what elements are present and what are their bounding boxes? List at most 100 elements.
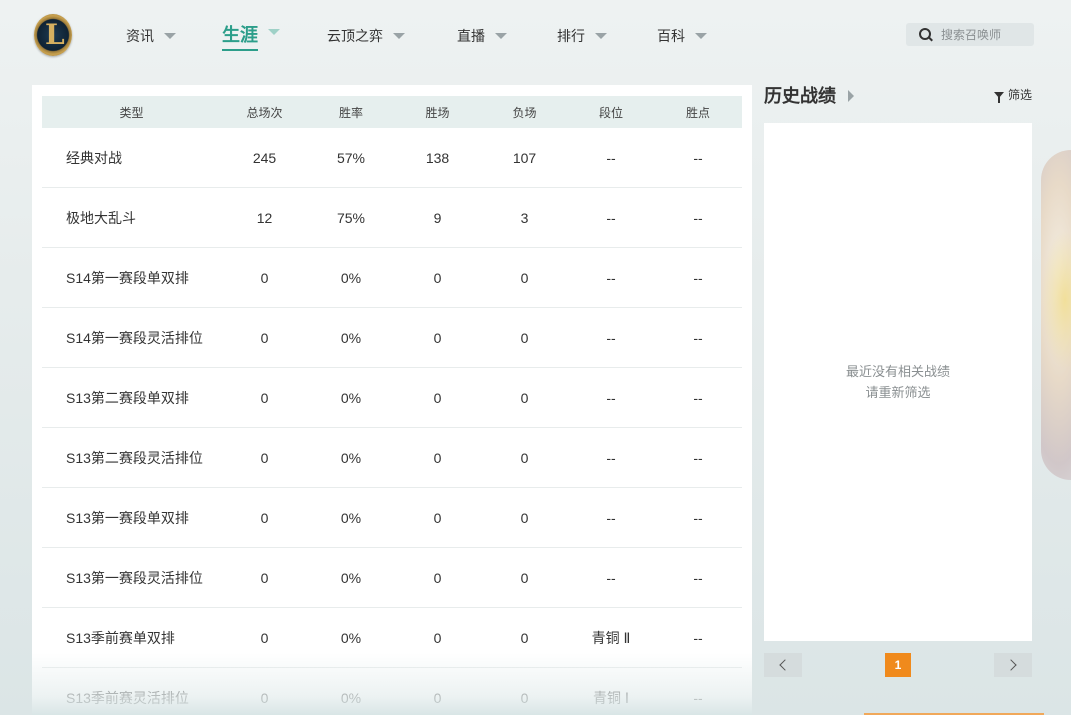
nav-item-label: 云顶之弈 (327, 28, 383, 44)
table-cell: 0 (520, 509, 529, 526)
table-cell: S13第一赛段灵活排位 (66, 569, 203, 586)
history-panel: 历史战绩 筛选 最近没有相关战绩 请重新筛选 1 (764, 84, 1032, 704)
header-winrate: 胜率 (338, 105, 363, 120)
table-cell: 0% (340, 329, 362, 346)
caret-down-icon (393, 33, 405, 39)
chevron-left-icon (779, 659, 791, 671)
table-cell: -- (693, 569, 703, 586)
table-cell: 青铜 Ⅰ (592, 689, 630, 706)
filter-button[interactable]: 筛选 (993, 86, 1032, 103)
prev-page-button[interactable] (764, 653, 802, 677)
search-icon[interactable] (919, 27, 933, 42)
table-row: 极地大乱斗 12 75% 9 3 -- -- (42, 188, 742, 248)
table-cell: 0 (520, 629, 529, 646)
table-cell: 0% (340, 269, 362, 286)
nav-item-news[interactable]: 资讯 (126, 20, 176, 52)
table-cell: 0 (260, 689, 269, 706)
table-cell: -- (693, 149, 703, 166)
search-box[interactable] (906, 23, 1034, 46)
table-cell: 0 (260, 389, 269, 406)
nav-item-label: 排行 (557, 28, 585, 44)
table-cell: 0% (340, 689, 362, 706)
table-row: S14第一赛段单双排 0 0% 0 0 -- -- (42, 248, 742, 308)
caret-down-icon (495, 33, 507, 39)
table-cell: -- (606, 329, 616, 346)
page-number-current[interactable]: 1 (885, 653, 911, 677)
caret-right-icon[interactable] (848, 90, 854, 102)
nav-item-tft[interactable]: 云顶之弈 (327, 20, 405, 52)
table-cell: 3 (520, 209, 529, 226)
search-input[interactable] (939, 26, 1033, 43)
table-cell: -- (606, 269, 616, 286)
table-cell: 107 (512, 149, 537, 166)
table-cell: -- (693, 509, 703, 526)
table-cell: 0 (260, 509, 269, 526)
table-row: S13第一赛段灵活排位 0 0% 0 0 -- -- (42, 548, 742, 608)
table-cell: 0 (260, 569, 269, 586)
stats-table: 类型 总场次 胜率 胜场 负场 段位 胜点 经典对战 245 57% 138 107 --… (42, 96, 742, 715)
nav-item-label: 生涯 (222, 21, 258, 51)
table-cell: 0 (520, 569, 529, 586)
table-cell: -- (693, 209, 703, 226)
top-header: L 资讯 生涯 云顶之弈 直播 排行 百科 (0, 0, 1071, 72)
table-cell: 0 (260, 329, 269, 346)
nav-item-label: 直播 (457, 28, 485, 44)
table-cell: S13第二赛段单双排 (66, 389, 189, 406)
table-cell: 0 (433, 689, 442, 706)
header-type: 类型 (119, 105, 144, 120)
nav-item-live[interactable]: 直播 (457, 20, 507, 52)
table-cell: 0 (520, 449, 529, 466)
table-cell: 0 (433, 449, 442, 466)
table-cell: 0 (433, 329, 442, 346)
table-row: S13第一赛段单双排 0 0% 0 0 -- -- (42, 488, 742, 548)
filter-icon (993, 91, 1004, 103)
lol-logo-icon[interactable]: L (34, 14, 72, 56)
table-row: 经典对战 245 57% 138 107 -- -- (42, 128, 742, 188)
table-cell: S14第一赛段灵活排位 (66, 329, 203, 346)
table-cell: 青铜 Ⅱ (591, 629, 631, 646)
header-losses: 负场 (512, 105, 537, 120)
caret-down-icon (595, 33, 607, 39)
table-cell: 经典对战 (66, 149, 122, 166)
table-cell: 0 (433, 569, 442, 586)
history-title[interactable]: 历史战绩 (764, 84, 836, 108)
header-rank: 段位 (598, 105, 623, 120)
table-cell: 12 (256, 209, 273, 226)
table-row: S13第二赛段灵活排位 0 0% 0 0 -- -- (42, 428, 742, 488)
table-cell: -- (693, 389, 703, 406)
table-cell: 0% (340, 509, 362, 526)
table-cell: 0 (520, 329, 529, 346)
table-cell: 0 (260, 449, 269, 466)
nav-item-ranking[interactable]: 排行 (557, 20, 607, 52)
table-cell: 0% (340, 449, 362, 466)
table-cell: S13第二赛段灵活排位 (66, 449, 203, 466)
table-header: 类型 总场次 胜率 胜场 负场 段位 胜点 (42, 96, 742, 128)
table-cell: 0% (340, 569, 362, 586)
nav-item-label: 百科 (657, 28, 685, 44)
table-cell: -- (606, 149, 616, 166)
table-cell: S13第一赛段单双排 (66, 509, 189, 526)
table-cell: 0 (520, 689, 529, 706)
next-page-button[interactable] (994, 653, 1032, 677)
table-cell: -- (606, 389, 616, 406)
table-cell: -- (693, 269, 703, 286)
nav-item-career[interactable]: 生涯 (222, 20, 280, 52)
background-art-glow (1041, 230, 1071, 370)
nav-item-wiki[interactable]: 百科 (657, 20, 707, 52)
table-cell: -- (693, 329, 703, 346)
caret-down-icon (695, 33, 707, 39)
table-cell: S13季前赛单双排 (66, 629, 175, 646)
table-row: S13第二赛段单双排 0 0% 0 0 -- -- (42, 368, 742, 428)
table-cell: 0 (433, 629, 442, 646)
table-cell: -- (693, 689, 703, 706)
career-stats-panel: 类型 总场次 胜率 胜场 负场 段位 胜点 经典对战 245 57% 138 107 --… (32, 85, 752, 715)
table-cell: S14第一赛段单双排 (66, 269, 189, 286)
header-lp: 胜点 (685, 105, 710, 120)
table-cell: 0 (520, 269, 529, 286)
chevron-right-icon (1005, 659, 1017, 671)
caret-down-icon (268, 29, 280, 35)
table-cell: 0% (340, 389, 362, 406)
table-row: S14第一赛段灵活排位 0 0% 0 0 -- -- (42, 308, 742, 368)
table-cell: -- (606, 449, 616, 466)
table-cell: 0 (433, 509, 442, 526)
